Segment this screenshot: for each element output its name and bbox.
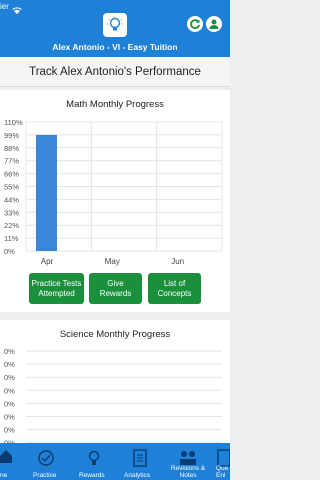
refresh-icon[interactable] [187, 16, 203, 32]
y-tick-label: 0% [4, 386, 15, 395]
y-tick-label: 88% [4, 144, 19, 153]
page-title: Track Alex Antonio's Performance [0, 57, 230, 87]
science-progress-card: Science Monthly Progress 0% 0% 0% 0% 0% 0% 0% 0… [0, 320, 230, 444]
y-tick-label: 0% [4, 360, 15, 369]
y-tick-label: 11% [4, 234, 19, 243]
nav-analytics[interactable]: Analytics [122, 443, 158, 480]
y-tick-label: 99% [4, 131, 19, 140]
practice-tests-button[interactable]: Practice Tests Attempted [29, 273, 84, 304]
nav-label: Practice [33, 472, 57, 479]
nav-practice[interactable]: Practice [30, 443, 64, 480]
nav-questions[interactable]: Que Enl [214, 443, 231, 480]
y-tick-label: 0% [4, 347, 15, 356]
y-tick-label: 44% [4, 195, 19, 204]
y-tick-label: 0% [4, 399, 15, 408]
y-tick-label: 0% [4, 426, 15, 435]
x-tick-label: Apr [41, 257, 54, 266]
nav-rewards[interactable]: Rewards [76, 443, 112, 480]
y-tick-label: 55% [4, 183, 19, 192]
nav-label: Rewards [79, 472, 105, 479]
bar [36, 134, 57, 251]
science-chart-svg: 0%0%0%0%0%0%0%0% [4, 347, 222, 444]
science-chart-title: Science Monthly Progress [59, 329, 171, 340]
nav-label: Que Enl [216, 465, 229, 479]
nav-label: Revisions & Notes [170, 465, 206, 479]
y-tick-label: 33% [4, 208, 19, 217]
nav-label: ne [0, 472, 8, 479]
y-tick-label: 66% [4, 170, 19, 179]
analytics-icon [132, 449, 148, 472]
y-tick-label: 22% [4, 221, 19, 230]
rewards-icon [85, 449, 103, 472]
header-title: Alex Antonio - VI - Easy Tuition [52, 42, 178, 52]
profile-icon[interactable] [206, 16, 222, 32]
carrier-label: ier [0, 2, 9, 11]
x-tick-label: May [105, 257, 120, 266]
y-tick-label: 0% [4, 373, 15, 382]
list-of-concepts-button[interactable]: List of Concepts [148, 273, 201, 304]
practice-icon [37, 449, 55, 472]
nav-home[interactable]: ne [0, 443, 22, 480]
nav-label: Analytics [124, 472, 151, 479]
app-header: ier Alex Antonio - VI - Easy Tuition [0, 0, 230, 57]
y-tick-label: 110% [4, 118, 23, 127]
y-tick-label: 0% [4, 247, 15, 256]
home-icon [0, 449, 12, 468]
y-tick-label: 77% [4, 157, 19, 166]
wifi-icon [12, 2, 22, 20]
math-progress-card: Math Monthly Progress 110% 99% 88% 77% 66% 55… [0, 90, 230, 312]
give-rewards-button[interactable]: Give Rewards [89, 273, 142, 304]
app-logo-icon [103, 13, 127, 37]
x-tick-label: Jun [171, 257, 184, 266]
bottom-navigation: ne Practice Rewards Analytics Revisions … [0, 443, 231, 480]
y-tick-label: 0% [4, 413, 15, 422]
math-chart-title: Math Monthly Progress [66, 99, 164, 110]
nav-revisions[interactable]: Revisions & Notes [168, 443, 208, 480]
